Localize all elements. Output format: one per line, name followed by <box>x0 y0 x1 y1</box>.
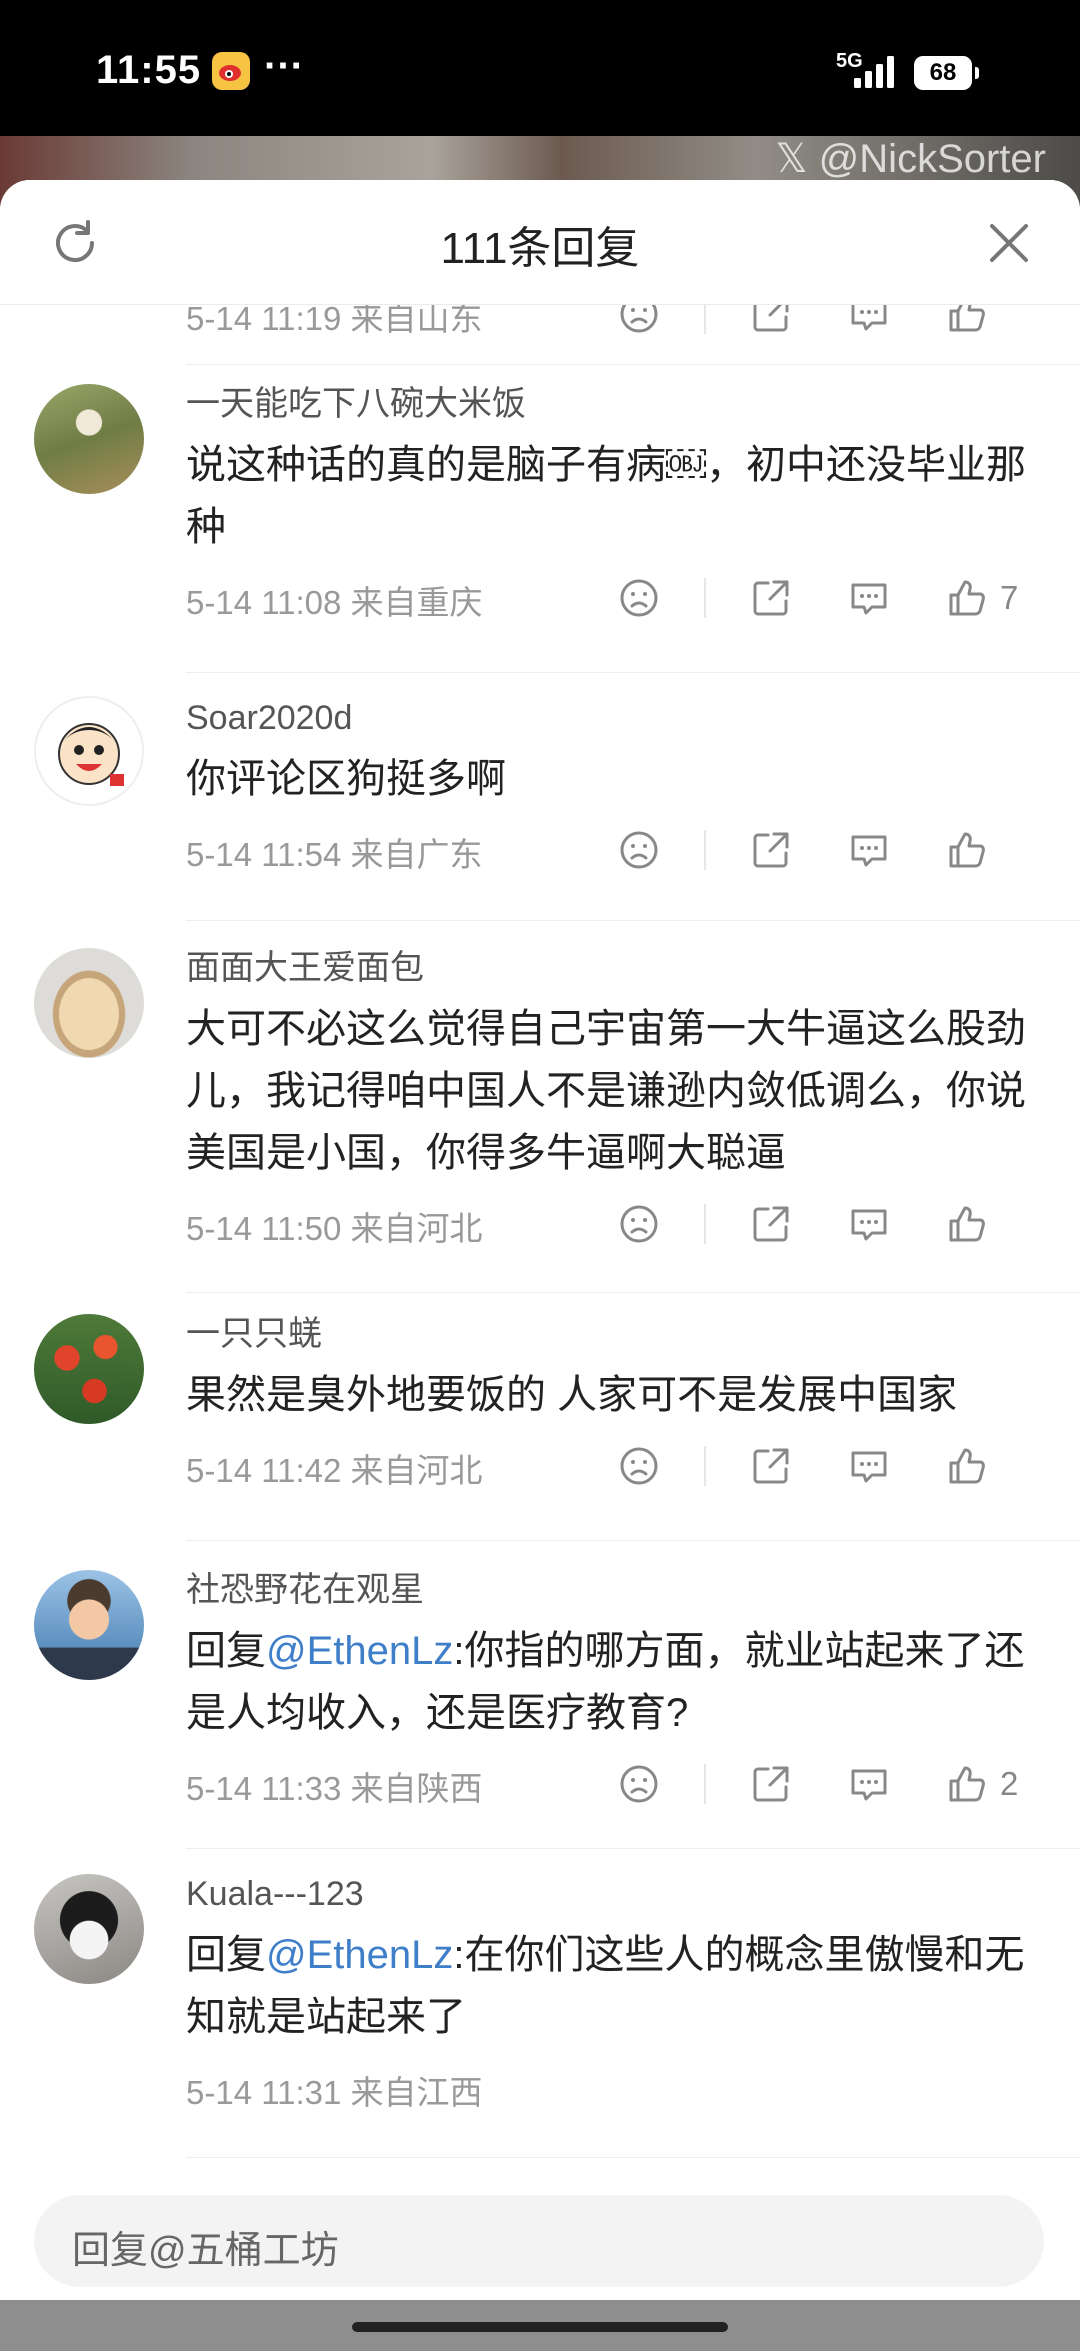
comment-icon[interactable] <box>844 1759 894 1809</box>
divider <box>704 1446 706 1486</box>
comment-username[interactable]: Kuala---123 <box>186 1870 1052 1918</box>
weibo-notification-icon <box>212 52 250 90</box>
share-icon[interactable] <box>746 573 796 623</box>
divider <box>704 1764 706 1804</box>
divider <box>704 1204 706 1244</box>
mention-link[interactable]: @EthenLz <box>266 1629 453 1673</box>
divider <box>704 578 706 618</box>
comment-text: 果然是臭外地要饭的 人家可不是发展中国家 <box>186 1373 958 1417</box>
comment-meta: 5-14 11:08 来自重庆 <box>186 584 483 621</box>
status-time: 11:55 <box>96 48 202 92</box>
separator <box>186 920 1080 921</box>
dislike-icon[interactable] <box>614 304 664 339</box>
separator <box>186 2157 1080 2158</box>
comment-text: 大可不必这么觉得自己宇宙第一大牛逼这么股劲儿，我记得咱中国人不是谦逊内敛低调么，… <box>186 1007 1026 1175</box>
share-icon[interactable] <box>746 1199 796 1249</box>
dislike-icon[interactable] <box>614 573 664 623</box>
battery-indicator: 68 <box>914 56 979 90</box>
avatar[interactable] <box>34 1874 144 1984</box>
signal-icon <box>854 56 894 88</box>
reply-prefix: 回复 <box>186 1933 266 1977</box>
comment-icon[interactable] <box>844 825 894 875</box>
share-icon[interactable] <box>746 1759 796 1809</box>
comment-username[interactable]: 一只只蜣 <box>186 1310 1052 1358</box>
like-icon[interactable] <box>942 573 992 623</box>
comment-text-container: 回复@EthenLz:在你们这些人的概念里傲慢和无知就是站起来了 <box>186 1924 1052 2048</box>
dislike-icon[interactable] <box>614 1759 664 1809</box>
separator <box>186 1540 1080 1541</box>
replies-sheet: 111条回复 5-14 11:19 来自山东 一天能吃下八碗大米饭 说这种话的真… <box>0 180 1080 2300</box>
like-icon[interactable] <box>942 304 992 339</box>
separator <box>186 672 1080 673</box>
dislike-icon[interactable] <box>614 825 664 875</box>
reply-input-placeholder: 回复@五桶工坊 <box>72 2230 339 2272</box>
comment-icon[interactable] <box>844 1441 894 1491</box>
like-count: 2 <box>1000 1765 1019 1802</box>
share-icon[interactable] <box>746 304 796 339</box>
avatar[interactable] <box>34 696 144 806</box>
sheet-title: 111条回复 <box>440 224 640 273</box>
divider <box>704 304 706 334</box>
like-icon[interactable] <box>942 1199 992 1249</box>
dislike-icon[interactable] <box>614 1441 664 1491</box>
comment-text: 你评论区狗挺多啊 <box>186 757 506 801</box>
comment-icon[interactable] <box>844 573 894 623</box>
comment-meta: 5-14 11:54 来自广东 <box>186 836 483 873</box>
comment-meta: 5-14 11:50 来自河北 <box>186 1210 483 1247</box>
like-icon[interactable] <box>942 825 992 875</box>
avatar[interactable] <box>34 1314 144 1424</box>
video-watermark: 𝕏 @NickSorter <box>775 137 1046 181</box>
like-icon[interactable] <box>942 1759 992 1809</box>
comment-text: 说这种话的真的是脑子有病￼，初中还没毕业那种 <box>186 443 1026 549</box>
home-indicator[interactable] <box>352 2322 728 2332</box>
status-more-dots: ··· <box>264 44 304 88</box>
comment-icon[interactable] <box>844 304 894 339</box>
like-count: 7 <box>1000 579 1019 616</box>
avatar[interactable] <box>34 384 144 494</box>
mention-link[interactable]: @EthenLz <box>266 1933 453 1977</box>
comment-username[interactable]: 社恐野花在观星 <box>186 1566 1052 1614</box>
separator <box>186 364 1080 365</box>
sheet-header: 111条回复 <box>0 180 1080 305</box>
comment-meta: 5-14 11:33 来自陕西 <box>186 1770 483 1807</box>
share-icon[interactable] <box>746 1441 796 1491</box>
divider <box>704 830 706 870</box>
avatar[interactable] <box>34 948 144 1058</box>
comment-username[interactable]: 面面大王爱面包 <box>186 944 1052 992</box>
share-icon[interactable] <box>746 825 796 875</box>
comment-meta: 5-14 11:42 来自河北 <box>186 1452 483 1489</box>
separator <box>186 1292 1080 1293</box>
comment-text-container: 回复@EthenLz:你指的哪方面，就业站起来了还是人均收入，还是医疗教育? <box>186 1620 1052 1744</box>
comment-username[interactable]: 一天能吃下八碗大米饭 <box>186 380 1052 428</box>
status-bar: 11:55 ··· 5G 68 <box>0 0 1080 136</box>
cartoon-face-icon <box>58 723 124 786</box>
like-icon[interactable] <box>942 1441 992 1491</box>
comment-meta: 5-14 11:31 来自江西 <box>186 2074 483 2111</box>
comment-icon[interactable] <box>844 1199 894 1249</box>
comment-meta: 5-14 11:19 来自山东 <box>186 304 483 337</box>
avatar[interactable] <box>34 1570 144 1680</box>
reply-list[interactable]: 5-14 11:19 来自山东 一天能吃下八碗大米饭 说这种话的真的是脑子有病￼… <box>0 304 1080 2300</box>
separator <box>186 1848 1080 1849</box>
close-icon[interactable] <box>984 218 1034 268</box>
reply-input[interactable]: 回复@五桶工坊 <box>34 2195 1044 2287</box>
reply-prefix: 回复 <box>186 1629 266 1673</box>
dislike-icon[interactable] <box>614 1199 664 1249</box>
comment-username[interactable]: Soar2020d <box>186 694 1052 742</box>
